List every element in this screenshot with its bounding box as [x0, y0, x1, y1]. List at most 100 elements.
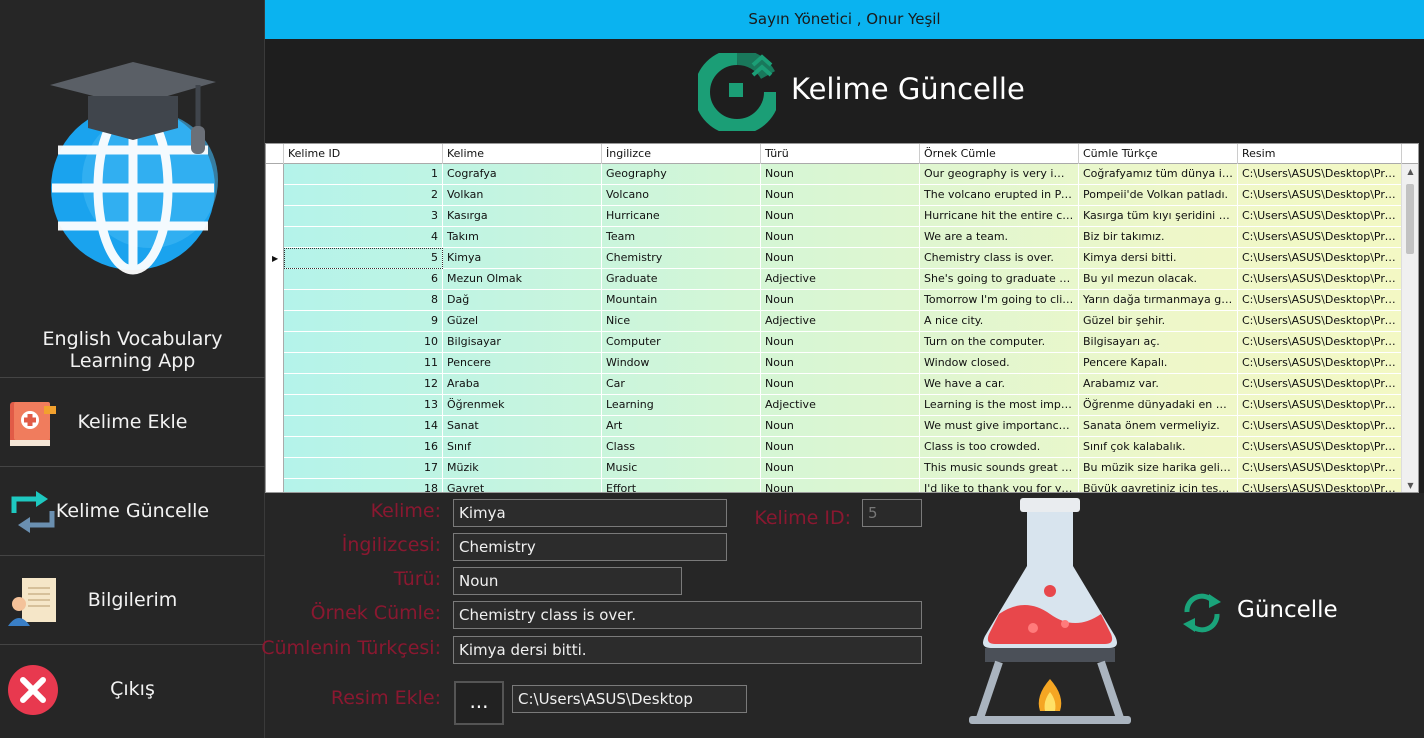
table-cell[interactable]: C:\Users\ASUS\Desktop\Proj...	[1238, 185, 1402, 206]
table-cell[interactable]: A nice city.	[920, 311, 1079, 332]
table-cell[interactable]: Adjective	[761, 269, 920, 290]
table-row[interactable]: 10 Bilgisayar Computer Noun Turn on the comp…	[284, 332, 1402, 353]
table-row[interactable]: 12 Araba Car Noun We have a car. Arabamız var…	[284, 374, 1402, 395]
col-header-resim[interactable]: Resim	[1238, 144, 1402, 164]
table-row[interactable]: 16 Sınıf Class Noun Class is too crowded. Sın…	[284, 437, 1402, 458]
table-cell[interactable]: Güzel bir şehir.	[1079, 311, 1238, 332]
table-cell[interactable]: C:\Users\ASUS\Desktop\Proj...	[1238, 437, 1402, 458]
table-cell[interactable]: Window closed.	[920, 353, 1079, 374]
table-cell[interactable]: Noun	[761, 248, 920, 269]
table-cell[interactable]: Chemistry	[602, 248, 761, 269]
table-cell[interactable]: Öğrenme dünyadaki en öne...	[1079, 395, 1238, 416]
scroll-down-arrow-icon[interactable]: ▼	[1402, 478, 1418, 492]
table-cell[interactable]: Mezun Olmak	[443, 269, 602, 290]
table-cell[interactable]: Graduate	[602, 269, 761, 290]
table-cell[interactable]: 11	[284, 353, 443, 374]
table-cell[interactable]: Araba	[443, 374, 602, 395]
table-row[interactable]: 9 Güzel Nice Adjective A nice city. Güzel bir…	[284, 311, 1402, 332]
table-cell[interactable]: 17	[284, 458, 443, 479]
table-cell[interactable]: Class is too crowded.	[920, 437, 1079, 458]
table-cell[interactable]: 4	[284, 227, 443, 248]
scroll-up-arrow-icon[interactable]: ▲	[1402, 164, 1418, 180]
table-cell[interactable]: Pompeii'de Volkan patladı.	[1079, 185, 1238, 206]
cumle-turkce-field[interactable]: Kimya dersi bitti.	[453, 636, 922, 664]
table-cell[interactable]: Geography	[602, 164, 761, 185]
table-cell[interactable]: Noun	[761, 479, 920, 492]
table-cell[interactable]: Noun	[761, 374, 920, 395]
table-cell[interactable]: 3	[284, 206, 443, 227]
table-row[interactable]: 1 Cografya Geography Noun Our geography is v…	[284, 164, 1402, 185]
grid-vertical-scrollbar[interactable]: ▲ ▼	[1401, 164, 1418, 492]
table-cell[interactable]: Noun	[761, 206, 920, 227]
table-cell[interactable]: Noun	[761, 416, 920, 437]
table-cell[interactable]: Noun	[761, 290, 920, 311]
table-cell[interactable]: Hurricane hit the entire coas...	[920, 206, 1079, 227]
table-cell[interactable]: 1	[284, 164, 443, 185]
table-cell[interactable]: C:\Users\ASUS\Desktop\Proj...	[1238, 395, 1402, 416]
table-cell[interactable]: Tomorrow I'm going to climb ...	[920, 290, 1079, 311]
table-cell[interactable]: Öğrenmek	[443, 395, 602, 416]
table-cell[interactable]: Volkan	[443, 185, 602, 206]
table-cell[interactable]: Noun	[761, 227, 920, 248]
table-cell[interactable]: 10	[284, 332, 443, 353]
col-header-ornek-cumle[interactable]: Örnek Cümle	[920, 144, 1079, 164]
scrollbar-thumb[interactable]	[1406, 184, 1414, 254]
table-cell[interactable]: Kimya	[443, 248, 602, 269]
table-cell[interactable]: Dağ	[443, 290, 602, 311]
ornek-cumle-field[interactable]: Chemistry class is over.	[453, 601, 922, 629]
table-cell[interactable]: Arabamız var.	[1079, 374, 1238, 395]
table-cell[interactable]: Sınıf çok kalabalık.	[1079, 437, 1238, 458]
table-cell[interactable]: Nice	[602, 311, 761, 332]
table-cell[interactable]: Noun	[761, 353, 920, 374]
table-cell[interactable]: Kimya dersi bitti.	[1079, 248, 1238, 269]
table-cell[interactable]: Window	[602, 353, 761, 374]
table-cell[interactable]: Bilgisayarı aç.	[1079, 332, 1238, 353]
table-cell[interactable]: Car	[602, 374, 761, 395]
table-cell[interactable]: We are a team.	[920, 227, 1079, 248]
kelime-field[interactable]: Kimya	[453, 499, 727, 527]
table-cell[interactable]: Adjective	[761, 311, 920, 332]
table-cell[interactable]: C:\Users\ASUS\Desktop\Proj...	[1238, 332, 1402, 353]
table-cell[interactable]: Effort	[602, 479, 761, 492]
table-row[interactable]: 14 Sanat Art Noun We must give importance to…	[284, 416, 1402, 437]
nav-bilgilerim[interactable]: Bilgilerim	[0, 555, 265, 644]
table-cell[interactable]: Volcano	[602, 185, 761, 206]
table-cell[interactable]: 8	[284, 290, 443, 311]
table-cell[interactable]: Coğrafyamız tüm dünya için ...	[1079, 164, 1238, 185]
table-cell[interactable]: Bilgisayar	[443, 332, 602, 353]
table-cell[interactable]: Biz bir takımız.	[1079, 227, 1238, 248]
table-cell[interactable]: 6	[284, 269, 443, 290]
table-cell[interactable]: 5	[284, 248, 443, 269]
table-cell[interactable]: Mountain	[602, 290, 761, 311]
table-cell[interactable]: Yarın dağa tırmanmaya gidiy...	[1079, 290, 1238, 311]
table-cell[interactable]: This music sounds great to y...	[920, 458, 1079, 479]
table-row[interactable]: 17 Müzik Music Noun This music sounds great …	[284, 458, 1402, 479]
table-cell[interactable]: She's going to graduate this ...	[920, 269, 1079, 290]
table-cell[interactable]: Learning	[602, 395, 761, 416]
table-cell[interactable]: Learning is the most importa...	[920, 395, 1079, 416]
table-cell[interactable]: C:\Users\ASUS\Desktop\Proj...	[1238, 164, 1402, 185]
table-row[interactable]: 11 Pencere Window Noun Window closed. Pencere…	[284, 353, 1402, 374]
table-cell[interactable]: C:\Users\ASUS\Desktop\Proj...	[1238, 416, 1402, 437]
col-header-kelime[interactable]: Kelime	[443, 144, 602, 164]
table-row[interactable]: 13 Öğrenmek Learning Adjective Learning is t…	[284, 395, 1402, 416]
table-cell[interactable]: Bu yıl mezun olacak.	[1079, 269, 1238, 290]
col-header-cumle-turkce[interactable]: Cümle Türkçe	[1079, 144, 1238, 164]
table-cell[interactable]: Art	[602, 416, 761, 437]
table-cell[interactable]: Team	[602, 227, 761, 248]
table-cell[interactable]: Kasırga	[443, 206, 602, 227]
table-cell[interactable]: Adjective	[761, 395, 920, 416]
table-cell[interactable]: Turn on the computer.	[920, 332, 1079, 353]
table-cell[interactable]: Gayret	[443, 479, 602, 492]
table-cell[interactable]: Chemistry class is over.	[920, 248, 1079, 269]
table-cell[interactable]: Kasırga tüm kıyı şeridini vurdu.	[1079, 206, 1238, 227]
table-cell[interactable]: Noun	[761, 185, 920, 206]
table-cell[interactable]: 16	[284, 437, 443, 458]
table-cell[interactable]: Güzel	[443, 311, 602, 332]
table-cell[interactable]: Music	[602, 458, 761, 479]
nav-cikis[interactable]: Çıkış	[0, 644, 265, 733]
table-cell[interactable]: C:\Users\ASUS\Desktop\Proj...	[1238, 269, 1402, 290]
col-header-ingilizce[interactable]: İngilizce	[602, 144, 761, 164]
table-cell[interactable]: Sınıf	[443, 437, 602, 458]
ingilizce-field[interactable]: Chemistry	[453, 533, 727, 561]
